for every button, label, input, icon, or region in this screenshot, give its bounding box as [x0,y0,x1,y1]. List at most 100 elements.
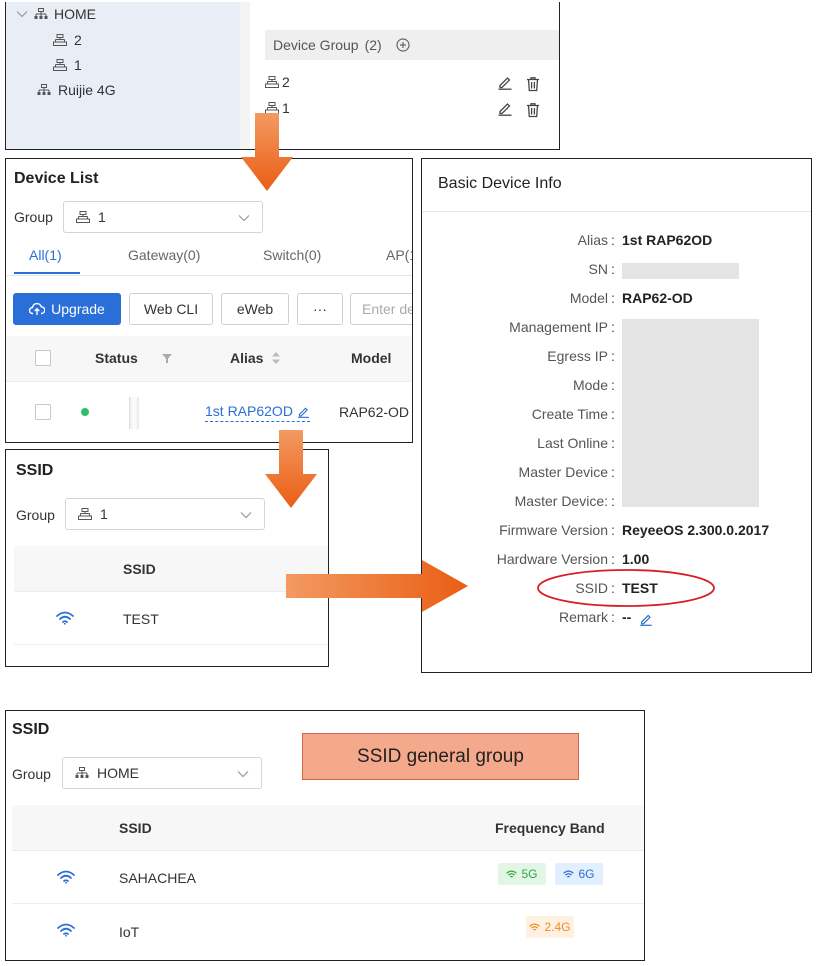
device-model: RAP62-OD [339,404,410,420]
info-field-value: RAP62-OD [622,290,693,306]
info-field-value: 1.00 [622,551,650,567]
device-thumbnail [129,397,139,429]
info-field-label: Firmware Version [499,522,608,538]
device-alias-text: 1st RAP62OD [205,403,293,419]
row-checkbox[interactable] [35,404,51,420]
cloud-upload-icon [29,302,46,315]
add-group-icon[interactable] [396,38,410,52]
group-name: 2 [282,74,290,90]
tab-gateway[interactable]: Gateway(0) [128,247,200,263]
tree-item-home[interactable]: HOME [16,6,96,22]
info-field-colon: : [611,261,615,277]
group-select[interactable]: 1 [63,201,263,233]
tree-item-2[interactable]: 2 [53,32,82,48]
search-input[interactable]: Enter de [350,293,413,325]
info-field-colon: : [611,551,615,567]
table-row: IoT 2.4G [12,905,644,957]
chevron-down-icon[interactable] [16,10,28,18]
tree-item-label: Ruijie 4G [58,82,116,98]
delete-icon[interactable] [525,76,541,92]
edit-icon[interactable] [497,74,513,90]
edit-icon[interactable] [497,100,513,116]
tab-ap[interactable]: AP(1 [386,247,412,263]
tree-item-ruijie-4g[interactable]: Ruijie 4G [37,82,116,98]
network-icon [37,84,51,96]
column-alias: Alias [230,350,264,366]
annotation-text: SSID general group [357,745,524,767]
tree-item-label: 1 [74,57,82,73]
wifi-icon [563,870,575,877]
edit-icon[interactable] [297,405,310,418]
web-cli-button[interactable]: Web CLI [129,293,213,325]
group-select[interactable]: 1 [65,498,265,530]
tab-bar-border [6,275,412,276]
info-field-value: ReyeeOS 2.300.0.2017 [622,522,770,538]
info-field-colon: : [611,609,615,625]
info-field-label: Management IP [509,319,608,335]
band-tag-6g: 6G [555,863,603,885]
chevron-down-icon [238,214,250,222]
info-field-label: Last Online [537,435,608,451]
eweb-button[interactable]: eWeb [221,293,289,325]
panel-title: SSID [16,462,54,479]
ssid-name: IoT [119,924,140,940]
device-group-icon [53,59,67,71]
device-alias-link[interactable]: 1st RAP62OD [205,403,310,422]
tree-item-1[interactable]: 1 [53,57,82,73]
online-status-dot [81,408,89,416]
more-button[interactable]: ··· [297,293,343,325]
info-field-row: Model: RAP62-OD [422,287,811,309]
info-field-colon: : [611,290,615,306]
panel-title: SSID [12,721,50,738]
search-placeholder: Enter de [362,301,413,317]
sort-icon[interactable] [272,352,280,364]
info-field-label: Model [569,290,608,306]
column-ssid: SSID [123,561,156,577]
ssid-name: SAHACHEA [119,870,197,886]
tree-item-label: HOME [54,6,96,22]
redacted-details [622,319,759,507]
device-group-icon [76,211,90,223]
title-divider [422,211,811,212]
info-field-label: Create Time [531,406,608,422]
info-field-label: Hardware Version [496,551,608,567]
band-label: 2.4G [544,920,571,934]
device-group-header: Device Group (2) [265,30,559,60]
wifi-icon [56,611,74,625]
info-field-row: Remark: -- [422,606,811,628]
info-field-colon: : [611,319,615,335]
remark-edit-icon[interactable] [639,612,653,626]
filter-icon[interactable] [162,354,172,363]
group-label: Group [16,507,55,523]
chevron-down-icon [237,770,249,778]
ssid-general-panel: SSID Group HOME SSID general group SSID … [5,710,645,961]
arrow-down-icon [265,430,317,508]
info-field-colon: : [611,522,615,538]
info-field-label: Master Device: [514,493,608,509]
wifi-icon [57,870,75,884]
info-field-row: Hardware Version:1.00 [422,548,811,570]
group-select[interactable]: HOME [62,757,262,789]
info-field-row: SN: [422,258,811,280]
table-header: SSID [14,546,328,592]
device-group-icon [265,76,279,88]
column-status: Status [95,350,138,366]
tab-switch[interactable]: Switch(0) [263,247,321,263]
info-field-value: -- [622,609,632,625]
info-field-colon: : [611,377,615,393]
group-select-value: 1 [98,209,106,225]
ssid-name: TEST [123,611,159,627]
select-all-checkbox[interactable] [35,350,51,366]
device-group-icon [53,34,67,46]
upgrade-button[interactable]: Upgrade [13,293,121,325]
tab-all[interactable]: All(1) [29,247,62,263]
wifi-icon [57,923,75,937]
panel-title: Basic Device Info [438,175,562,192]
wifi-icon [529,923,541,930]
device-list-panel: Device List Group 1 All(1) Gateway(0) Sw… [5,158,413,443]
delete-icon[interactable] [525,102,541,118]
info-field-value: 1st RAP62OD [622,232,713,248]
tree-item-label: 2 [74,32,82,48]
device-group-icon [78,508,92,520]
band-label: 5G [521,867,538,881]
